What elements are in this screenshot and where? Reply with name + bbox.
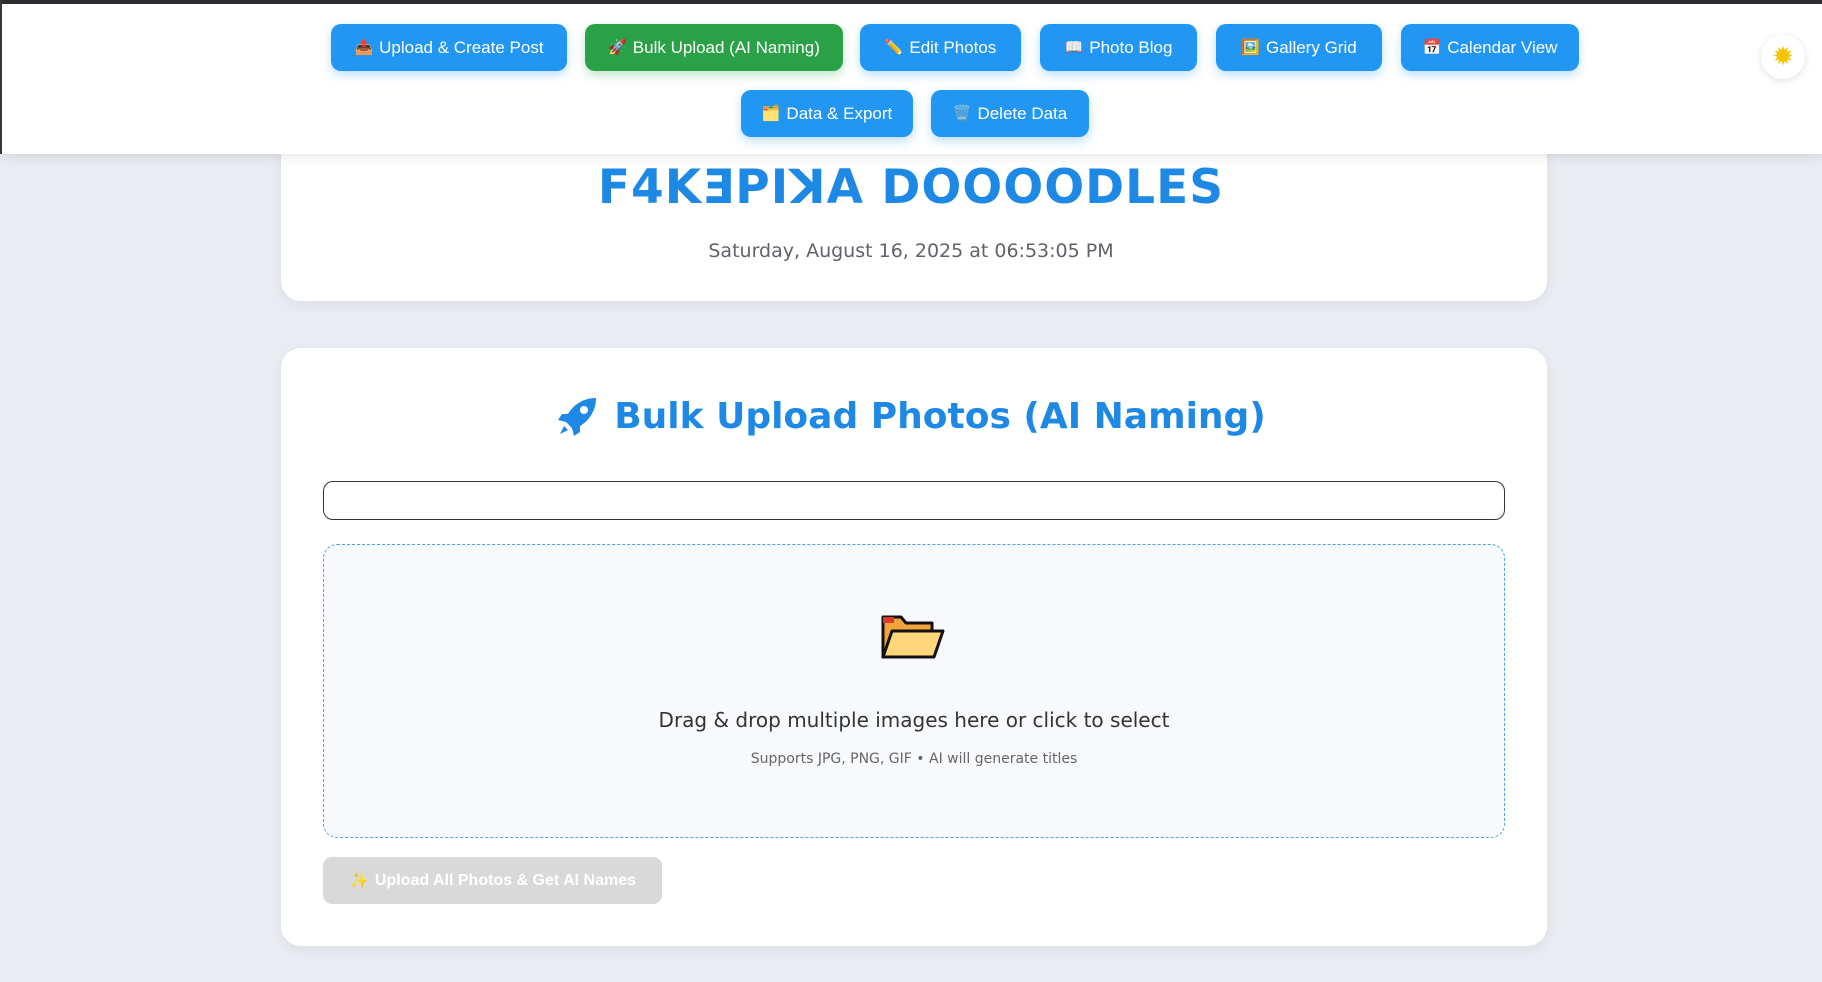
nav-button-label: Delete Data (977, 103, 1068, 123)
nav-data-export-button[interactable]: 🗂️ Data & Export (741, 90, 913, 137)
framed-picture-icon: 🖼️ (1241, 39, 1260, 56)
nav-button-label: Calendar View (1447, 37, 1558, 57)
nav-photo-blog-button[interactable]: 📖 Photo Blog (1040, 24, 1197, 71)
calendar-icon: 📅 (1422, 39, 1442, 56)
nav-button-label: Data & Export (786, 103, 893, 123)
nav-button-label: Bulk Upload (AI Naming) (632, 37, 820, 57)
nav-button-label: Edit Photos (909, 37, 997, 57)
sun-icon: ✹ (1772, 42, 1794, 72)
section-title-text: Bulk Upload Photos (AI Naming) (614, 395, 1266, 437)
rocket-icon: 🚀 (608, 39, 627, 56)
top-navbar: 📤 Upload & Create Post 🚀 Bulk Upload (AI… (2, 4, 1822, 154)
sparkles-icon: ✨ (349, 872, 369, 890)
nav-edit-photos-button[interactable]: ✏️ Edit Photos (860, 24, 1021, 71)
nav-button-label: Gallery Grid (1266, 37, 1357, 57)
nav-button-label: Upload & Create Post (379, 37, 544, 57)
upload-all-photos-button[interactable]: ✨ Upload All Photos & Get AI Names (323, 857, 662, 904)
nav-upload-create-post-button[interactable]: 📤 Upload & Create Post (331, 24, 567, 71)
nav-calendar-view-button[interactable]: 📅 Calendar View (1401, 24, 1579, 71)
nav-gallery-grid-button[interactable]: 🖼️ Gallery Grid (1216, 24, 1382, 71)
image-dropzone[interactable]: Drag & drop multiple images here or clic… (323, 544, 1505, 838)
dropzone-instruction: Drag & drop multiple images here or clic… (658, 708, 1170, 732)
dropzone-supported-formats: Supports JPG, PNG, GIF • AI will generat… (750, 751, 1078, 767)
nav-button-label: Photo Blog (1089, 37, 1173, 57)
open-folder-icon (881, 615, 945, 659)
pencil-icon: ✏️ (884, 39, 904, 56)
wastebasket-icon: 🗑️ (952, 105, 972, 122)
section-title: Bulk Upload Photos (AI Naming) (0, 394, 1822, 438)
site-title: F4KƎPIꓘA DOOOODLES (597, 160, 1225, 215)
folder-icon: 🗂️ (761, 105, 781, 122)
nav-bulk-upload-button[interactable]: 🚀 Bulk Upload (AI Naming) (585, 24, 843, 71)
theme-toggle-button[interactable]: ✹ (1761, 35, 1805, 79)
rocket-icon (558, 398, 597, 436)
open-book-icon: 📖 (1064, 39, 1084, 56)
upload-button-label: Upload All Photos & Get AI Names (374, 871, 636, 889)
outbox-tray-icon: 📤 (354, 39, 374, 56)
nav-delete-data-button[interactable]: 🗑️ Delete Data (931, 90, 1089, 137)
current-datetime: Saturday, August 16, 2025 at 06:53:05 PM (708, 240, 1114, 262)
bulk-upload-text-input[interactable] (323, 481, 1505, 520)
